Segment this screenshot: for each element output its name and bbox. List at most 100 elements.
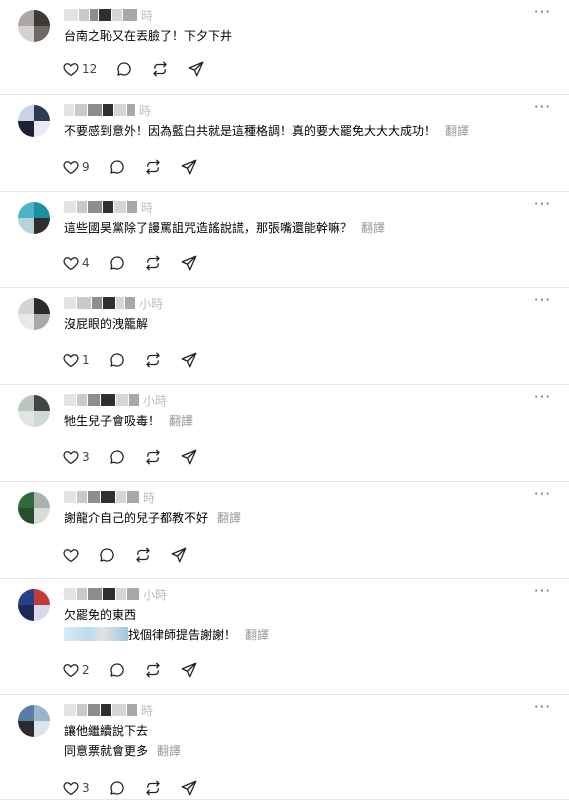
thread-replies-feed: 時 ··· 台南之恥又在丟臉了！下夕下井 12 時 ··· 不要感到意外！因為藍白共就是這種… bbox=[0, 0, 569, 800]
like-button[interactable]: 1 bbox=[62, 351, 90, 369]
repost-button[interactable] bbox=[144, 351, 162, 369]
post-actions bbox=[62, 546, 206, 564]
translate-link[interactable]: 翻譯 bbox=[445, 124, 469, 138]
send-icon bbox=[180, 779, 198, 797]
post-time: 小時 bbox=[139, 296, 164, 311]
like-count: 12 bbox=[82, 62, 98, 76]
post-meta: 時 bbox=[64, 488, 155, 506]
post-actions: 2 bbox=[62, 661, 216, 679]
repost-button[interactable] bbox=[151, 60, 169, 78]
avatar[interactable] bbox=[18, 705, 50, 737]
post-meta: 時 bbox=[64, 701, 153, 719]
like-button[interactable]: 2 bbox=[62, 661, 90, 679]
avatar[interactable] bbox=[18, 589, 50, 621]
comment-button[interactable] bbox=[108, 351, 126, 369]
like-button[interactable]: 9 bbox=[62, 158, 90, 176]
like-count: 2 bbox=[82, 663, 90, 677]
username-blurred[interactable] bbox=[64, 585, 140, 604]
post-actions: 3 bbox=[62, 779, 216, 797]
like-button[interactable]: 3 bbox=[62, 448, 90, 466]
translate-link[interactable]: 翻譯 bbox=[169, 414, 193, 428]
comment-icon bbox=[108, 661, 126, 679]
repost-button[interactable] bbox=[144, 779, 162, 797]
share-button[interactable] bbox=[180, 779, 198, 797]
comment-button[interactable] bbox=[108, 254, 126, 272]
translate-link[interactable]: 翻譯 bbox=[245, 628, 269, 642]
comment-button[interactable] bbox=[108, 661, 126, 679]
repost-button[interactable] bbox=[144, 448, 162, 466]
more-options-icon[interactable]: ··· bbox=[534, 195, 551, 213]
more-options-icon[interactable]: ··· bbox=[534, 582, 551, 600]
post-meta: 小時 bbox=[64, 391, 167, 409]
comment-icon bbox=[108, 448, 126, 466]
post-meta: 時 bbox=[64, 101, 151, 119]
translate-link[interactable]: 翻譯 bbox=[217, 511, 241, 525]
username-blurred[interactable] bbox=[64, 198, 138, 217]
post-text-line: 謝龍介自己的兒子都教不好 翻譯 bbox=[64, 508, 241, 528]
more-options-icon[interactable]: ··· bbox=[534, 291, 551, 309]
more-options-icon[interactable]: ··· bbox=[534, 698, 551, 716]
repost-button[interactable] bbox=[144, 254, 162, 272]
post-text: 牠生兒子會吸毒！ 翻譯 bbox=[64, 411, 193, 431]
repost-button[interactable] bbox=[134, 546, 152, 564]
heart-icon bbox=[62, 448, 80, 466]
share-button[interactable] bbox=[180, 448, 198, 466]
comment-button[interactable] bbox=[108, 448, 126, 466]
post-text: 不要感到意外！因為藍白共就是這種格調！真的要大罷免大大大成功！ 翻譯 bbox=[64, 121, 469, 141]
like-button[interactable]: 3 bbox=[62, 779, 90, 797]
share-button[interactable] bbox=[180, 158, 198, 176]
avatar[interactable] bbox=[18, 492, 50, 524]
post-text-content: 欠罷免的東西 bbox=[64, 608, 137, 622]
post-text-content: 同意票就會更多 bbox=[64, 744, 149, 758]
post-text-line: 欠罷免的東西 bbox=[64, 605, 269, 625]
like-button[interactable]: 12 bbox=[62, 60, 97, 78]
post-time: 時 bbox=[139, 103, 152, 118]
post-meta: 時 bbox=[64, 6, 153, 24]
username-blurred[interactable] bbox=[64, 391, 140, 410]
comment-button[interactable] bbox=[115, 60, 133, 78]
comment-button[interactable] bbox=[108, 779, 126, 797]
translate-link[interactable]: 翻譯 bbox=[361, 221, 385, 235]
username-blurred[interactable] bbox=[64, 488, 140, 507]
reply-post: 小時 ··· 牠生兒子會吸毒！ 翻譯 3 bbox=[0, 385, 569, 482]
translate-link[interactable]: 翻譯 bbox=[157, 744, 181, 758]
post-text-line: 不要感到意外！因為藍白共就是這種格調！真的要大罷免大大大成功！ 翻譯 bbox=[64, 121, 469, 141]
repost-button[interactable] bbox=[144, 661, 162, 679]
post-text-content: 台南之恥又在丟臉了！下夕下井 bbox=[64, 29, 233, 43]
reply-post: 小時 ··· 欠罷免的東西 找個律師提告謝謝！ 翻譯 2 bbox=[0, 579, 569, 695]
avatar[interactable] bbox=[18, 395, 50, 427]
username-blurred[interactable] bbox=[64, 701, 138, 720]
share-button[interactable] bbox=[170, 546, 188, 564]
avatar[interactable] bbox=[18, 10, 50, 42]
more-options-icon[interactable]: ··· bbox=[534, 98, 551, 116]
comment-button[interactable] bbox=[108, 158, 126, 176]
repost-icon bbox=[144, 779, 162, 797]
post-meta: 小時 bbox=[64, 294, 163, 312]
post-text-content: 這些國昊黨除了謾罵詛咒造謠說謊，那張嘴還能幹嘛？ bbox=[64, 221, 353, 235]
like-count: 1 bbox=[82, 353, 90, 367]
more-options-icon[interactable]: ··· bbox=[534, 3, 551, 21]
repost-icon bbox=[144, 448, 162, 466]
send-icon bbox=[180, 158, 198, 176]
like-button[interactable] bbox=[62, 546, 80, 564]
share-button[interactable] bbox=[180, 351, 198, 369]
heart-icon bbox=[62, 254, 80, 272]
username-blurred[interactable] bbox=[64, 101, 136, 120]
more-options-icon[interactable]: ··· bbox=[534, 388, 551, 406]
username-blurred[interactable] bbox=[64, 294, 136, 313]
share-button[interactable] bbox=[187, 60, 205, 78]
username-blurred[interactable] bbox=[64, 6, 138, 25]
share-button[interactable] bbox=[180, 254, 198, 272]
share-button[interactable] bbox=[180, 661, 198, 679]
post-text-content: 不要感到意外！因為藍白共就是這種格調！真的要大罷免大大大成功！ bbox=[64, 124, 437, 138]
repost-icon bbox=[144, 661, 162, 679]
post-text-content: 讓他繼續說下去 bbox=[64, 724, 149, 738]
like-button[interactable]: 4 bbox=[62, 254, 90, 272]
avatar[interactable] bbox=[18, 105, 50, 137]
avatar[interactable] bbox=[18, 202, 50, 234]
like-count: 3 bbox=[82, 450, 90, 464]
avatar[interactable] bbox=[18, 298, 50, 330]
repost-button[interactable] bbox=[144, 158, 162, 176]
comment-button[interactable] bbox=[98, 546, 116, 564]
more-options-icon[interactable]: ··· bbox=[534, 485, 551, 503]
